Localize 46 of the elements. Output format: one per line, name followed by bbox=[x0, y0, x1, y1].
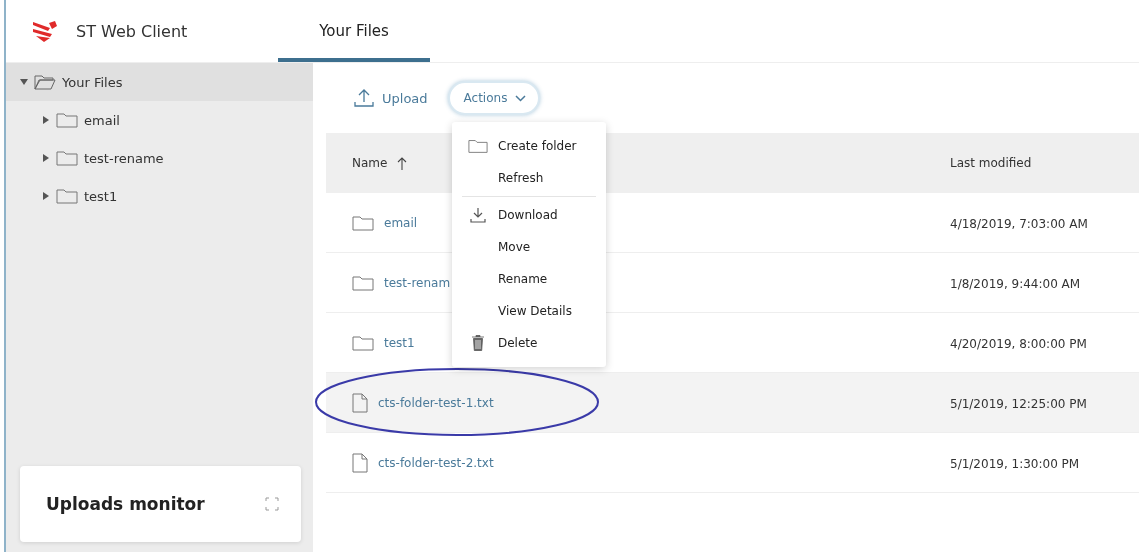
actions-button[interactable]: Actions bbox=[447, 81, 541, 115]
folder-icon bbox=[56, 150, 78, 166]
sort-arrow-icon[interactable] bbox=[397, 156, 408, 170]
file-icon bbox=[352, 392, 368, 413]
table-cell: 4/18/2019, 7:03:00 AM bbox=[950, 217, 1088, 231]
column-header[interactable]: Last modified bbox=[950, 156, 1032, 170]
menu-item[interactable]: Refresh bbox=[462, 162, 596, 194]
folder-icon bbox=[352, 274, 374, 291]
menu-item[interactable]: Create folder bbox=[462, 130, 596, 162]
table-cell: 5/1/2019, 1:30:00 PM bbox=[950, 457, 1080, 471]
file-name-link[interactable]: test1 bbox=[384, 335, 415, 350]
upload-icon bbox=[354, 89, 374, 107]
tree-item[interactable]: test1 bbox=[6, 177, 313, 215]
file-name-link[interactable]: test-renam bbox=[384, 275, 451, 290]
tree-item[interactable]: Your Files bbox=[6, 63, 313, 101]
table-row[interactable]: cts-folder-test-1.txt 5/1/2019, 12:25:00 PM bbox=[326, 373, 1139, 433]
caret-down-icon[interactable] bbox=[20, 78, 28, 86]
caret-right-icon[interactable] bbox=[42, 116, 50, 124]
chevron-down-icon bbox=[515, 94, 527, 102]
download-icon bbox=[470, 207, 486, 223]
column-header[interactable]: Name bbox=[352, 156, 388, 170]
table-cell: 1/8/2019, 9:44:00 AM bbox=[950, 277, 1081, 291]
caret-right-icon[interactable] bbox=[42, 192, 50, 200]
open-folder-icon bbox=[34, 74, 56, 90]
caret-right-icon[interactable] bbox=[42, 154, 50, 162]
folder-icon bbox=[56, 188, 78, 204]
file-icon bbox=[352, 452, 368, 473]
tree-item[interactable]: email bbox=[6, 101, 313, 139]
table-cell: 4/20/2019, 8:00:00 PM bbox=[950, 337, 1087, 351]
file-name-link[interactable]: email bbox=[384, 215, 418, 230]
folder-icon bbox=[468, 138, 488, 154]
app-title: ST Web Client bbox=[76, 21, 188, 41]
uploads-monitor-title: Uploads monitor bbox=[46, 494, 205, 514]
logo-icon bbox=[32, 20, 58, 42]
table-cell: 5/1/2019, 12:25:00 PM bbox=[950, 397, 1087, 411]
upload-button[interactable]: Upload bbox=[352, 85, 430, 111]
menu-item[interactable]: Download bbox=[462, 199, 596, 231]
folder-icon bbox=[56, 112, 78, 128]
tree-item[interactable]: test-rename bbox=[6, 139, 313, 177]
folder-icon bbox=[352, 214, 374, 231]
trash-icon bbox=[472, 335, 484, 351]
file-name-link[interactable]: cts-folder-test-1.txt bbox=[378, 395, 494, 410]
folder-icon bbox=[352, 334, 374, 351]
file-name-link[interactable]: cts-folder-test-2.txt bbox=[378, 455, 494, 470]
menu-item[interactable]: Rename bbox=[462, 263, 596, 295]
menu-item[interactable]: Delete bbox=[462, 327, 596, 359]
